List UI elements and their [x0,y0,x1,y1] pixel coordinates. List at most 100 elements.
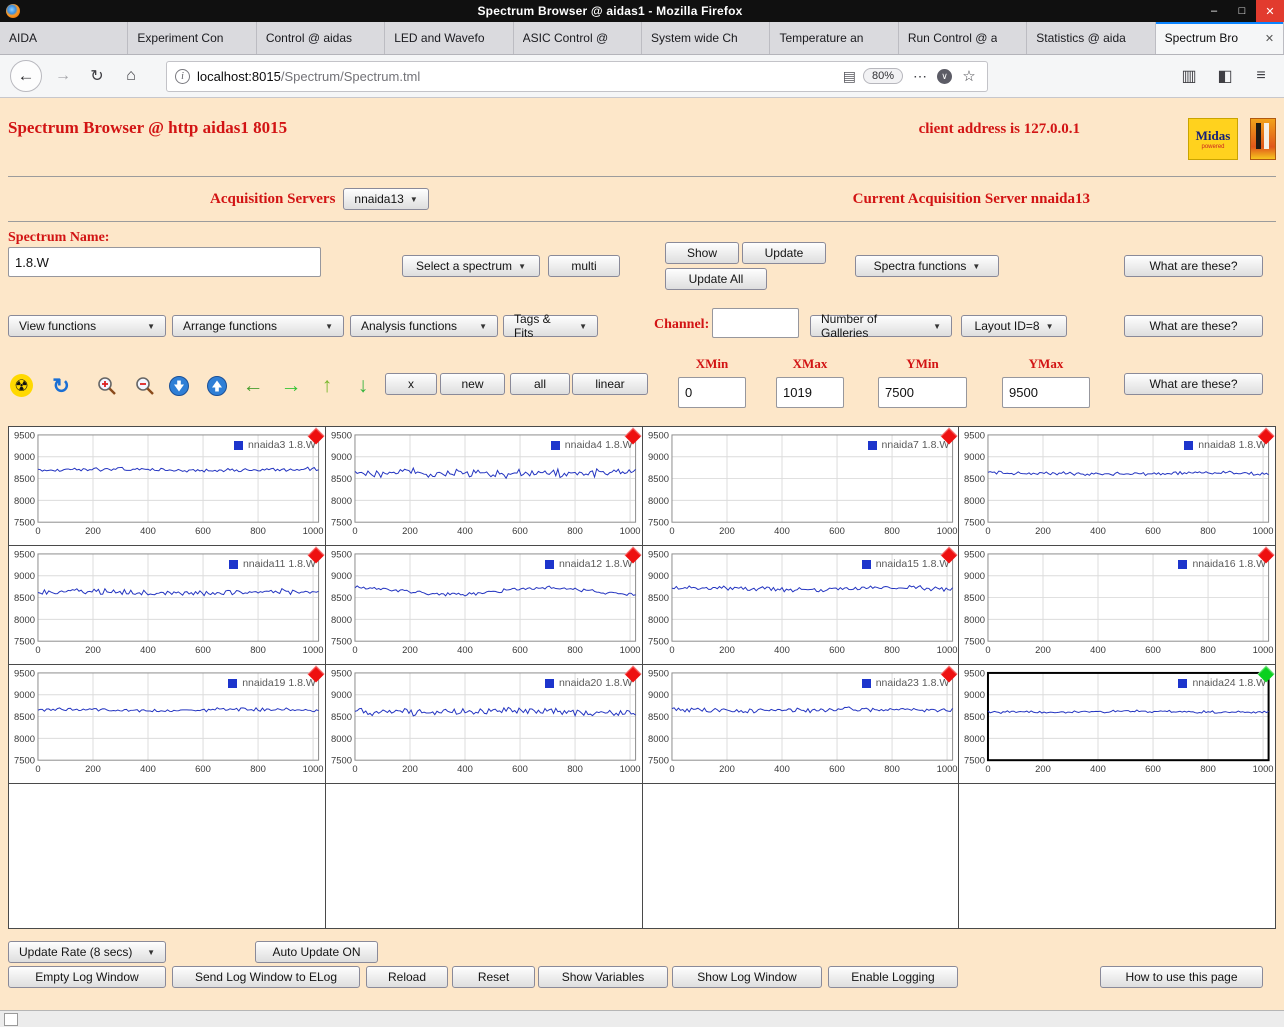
partner-logo[interactable] [1250,118,1276,160]
back-button[interactable]: ← [10,60,42,92]
xmax-input[interactable] [776,377,844,408]
forward-button[interactable]: → [50,63,76,89]
arrow-right-icon[interactable]: → [278,374,304,398]
linear-button[interactable]: linear [572,373,648,395]
update-all-button[interactable]: Update All [665,268,767,290]
arrow-down-circle-icon[interactable] [166,374,192,398]
svg-text:800: 800 [1200,525,1216,536]
tab-statistics-aida[interactable]: Statistics @ aida [1027,22,1156,54]
spectrum-name-input[interactable] [8,247,321,277]
spectrum-chart-nnaida7[interactable]: 9500 9000 8500 8000 7500 0 200 400 600 800 1000 nna… [642,427,960,546]
spectrum-chart-nnaida20[interactable]: 9500 9000 8500 8000 7500 0 200 400 600 800 1000 nna… [325,665,643,784]
new-button[interactable]: new [440,373,505,395]
x-button[interactable]: x [385,373,437,395]
svg-text:8500: 8500 [331,473,352,484]
empty-gallery-cell [642,784,960,929]
page-actions-icon[interactable]: ⋯ [910,63,930,89]
spectrum-chart-nnaida19[interactable]: 9500 9000 8500 8000 7500 0 200 400 600 800 1000 nna… [9,665,326,784]
reload-button[interactable]: Reload [366,966,448,988]
spectrum-chart-nnaida23[interactable]: 9500 9000 8500 8000 7500 0 200 400 600 800 1000 nna… [642,665,960,784]
svg-text:8500: 8500 [331,592,352,603]
auto-update-button[interactable]: Auto Update ON [255,941,378,963]
empty-log-window-button[interactable]: Empty Log Window [8,966,166,988]
spectrum-chart-nnaida12[interactable]: 9500 9000 8500 8000 7500 0 200 400 600 800 1000 nna… [325,546,643,665]
tab-close-icon[interactable]: ✕ [1265,32,1274,45]
arrow-left-icon[interactable]: ← [240,374,266,398]
ymin-input[interactable] [878,377,967,408]
url-bar[interactable]: i localhost:8015/Spectrum/Spectrum.tml ▤… [166,60,988,92]
reload-button[interactable]: ↻ [84,63,110,89]
analysis-functions-dropdown[interactable]: Analysis functions ▼ [350,315,498,337]
site-info-icon[interactable]: i [175,68,190,84]
spectrum-chart-nnaida24[interactable]: 9500 9000 8500 8000 7500 0 200 400 600 800 1000 nna… [959,665,1276,784]
library-icon[interactable]: ▥ [1176,63,1202,89]
home-button[interactable]: ⌂ [118,63,144,89]
tags-fits-dropdown[interactable]: Tags & Fits ▼ [503,312,598,340]
ymax-input[interactable] [1002,377,1090,408]
show-variables-button[interactable]: Show Variables [538,966,668,988]
tab-run-control-a[interactable]: Run Control @ a [898,22,1028,54]
acquisition-server-select[interactable]: nnaida13 ▼ [343,188,429,210]
svg-text:8500: 8500 [14,473,35,484]
spectra-functions-dropdown[interactable]: Spectra functions ▼ [855,255,999,277]
what-are-these-button[interactable]: What are these? [1124,373,1263,395]
enable-logging-button[interactable]: Enable Logging [828,966,958,988]
update-rate-dropdown[interactable]: Update Rate (8 secs) ▼ [8,941,166,963]
svg-text:8000: 8000 [964,733,985,744]
svg-text:9000: 9000 [14,689,35,700]
arrange-functions-dropdown[interactable]: Arrange functions ▼ [172,315,344,337]
what-are-these-button[interactable]: What are these? [1124,255,1263,277]
spectrum-chart-nnaida15[interactable]: 9500 9000 8500 8000 7500 0 200 400 600 800 1000 nna… [642,546,960,665]
close-button[interactable]: ✕ [1256,0,1284,22]
all-button[interactable]: all [510,373,570,395]
minimize-button[interactable]: – [1200,0,1228,22]
arrow-up-circle-icon[interactable] [204,374,230,398]
zoom-level-button[interactable]: 80% [862,68,903,84]
pocket-icon[interactable]: ∨ [937,68,952,84]
tab-control-aidas[interactable]: Control @ aidas [256,22,386,54]
refresh-icon[interactable]: ↻ [48,374,74,398]
zoom-out-icon[interactable] [132,374,158,398]
tab-system-wide-ch[interactable]: System wide Ch [642,22,771,54]
channel-input[interactable] [712,308,799,338]
spectrum-chart-nnaida11[interactable]: 9500 9000 8500 8000 7500 0 200 400 600 800 1000 nna… [9,546,326,665]
show-button[interactable]: Show [665,242,739,264]
how-to-use-button[interactable]: How to use this page [1100,966,1263,988]
tab-asic-control[interactable]: ASIC Control @ [513,22,643,54]
tab-spectrum-bro[interactable]: Spectrum Bro ✕ [1155,22,1284,54]
sidebar-toggle-icon[interactable]: ◧ [1212,63,1238,89]
url-text[interactable]: localhost:8015/Spectrum/Spectrum.tml [197,69,836,84]
send-log-window-to-elog-button[interactable]: Send Log Window to ELog [172,966,360,988]
update-button[interactable]: Update [742,242,826,264]
midas-logo[interactable]: Midas powered [1188,118,1238,160]
what-are-these-button[interactable]: What are these? [1124,315,1263,337]
show-log-window-button[interactable]: Show Log Window [672,966,822,988]
svg-text:7500: 7500 [14,755,35,766]
tab-led-and-wavefo[interactable]: LED and Wavefo [385,22,514,54]
view-functions-dropdown[interactable]: View functions ▼ [8,315,166,337]
reset-button[interactable]: Reset [452,966,535,988]
svg-text:9500: 9500 [14,667,35,678]
radiation-icon[interactable]: ☢ [10,374,33,397]
zoom-in-icon[interactable] [94,374,120,398]
xmin-input[interactable] [678,377,746,408]
tab-experiment-con[interactable]: Experiment Con [128,22,257,54]
layout-id-dropdown[interactable]: Layout ID=8 ▼ [961,315,1067,337]
spectrum-chart-nnaida16[interactable]: 9500 9000 8500 8000 7500 0 200 400 600 800 1000 nna… [959,546,1276,665]
reader-mode-icon[interactable]: ▤ [843,68,856,85]
arrow-down-icon[interactable]: ↓ [350,374,376,398]
menu-hamburger-icon[interactable]: ≡ [1248,63,1274,89]
spectrum-chart-nnaida3[interactable]: 9500 9000 8500 8000 7500 0 200 400 600 800 1000 nna… [9,427,326,546]
bookmark-star-icon[interactable]: ☆ [959,63,979,89]
multi-button[interactable]: multi [548,255,620,277]
arrow-up-icon[interactable]: ↑ [314,374,340,398]
firefox-window: Spectrum Browser @ aidas1 - Mozilla Fire… [0,0,1284,1027]
select-spectrum-dropdown[interactable]: Select a spectrum ▼ [402,255,540,277]
spectrum-chart-nnaida4[interactable]: 9500 9000 8500 8000 7500 0 200 400 600 800 1000 nna… [325,427,643,546]
firefox-icon [6,4,20,18]
maximize-button[interactable]: □ [1228,0,1256,22]
number-of-galleries-dropdown[interactable]: Number of Galleries ▼ [810,312,952,340]
tab-aida[interactable]: AIDA [0,22,129,54]
spectrum-chart-nnaida8[interactable]: 9500 9000 8500 8000 7500 0 200 400 600 800 1000 nna… [959,427,1276,546]
tab-temperature-an[interactable]: Temperature an [770,22,899,54]
